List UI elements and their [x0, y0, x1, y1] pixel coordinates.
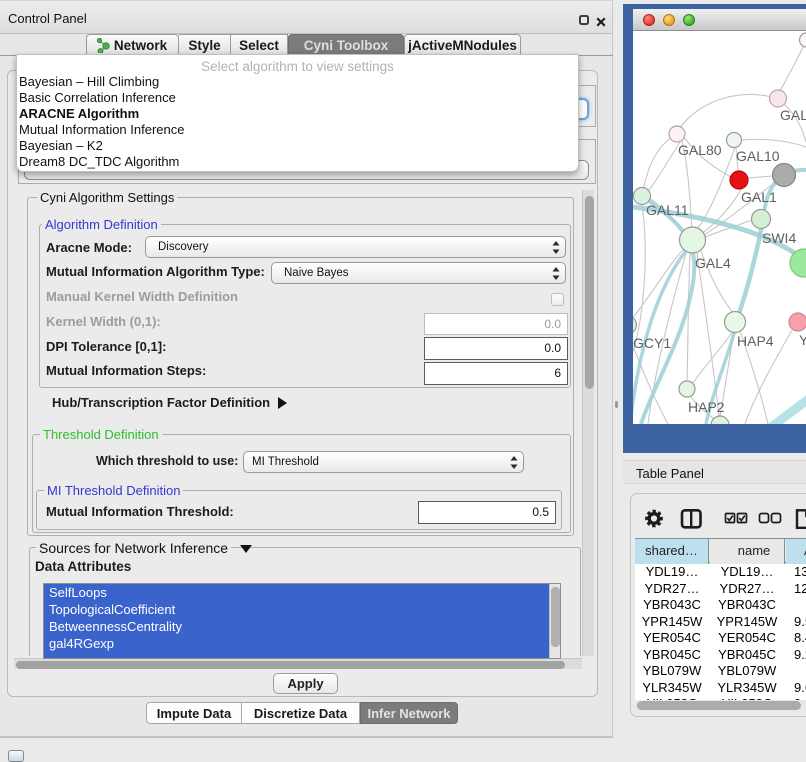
svg-text:GAL80: GAL80	[678, 142, 722, 158]
svg-text:HAP2: HAP2	[688, 399, 725, 415]
svg-text:GAL1: GAL1	[741, 189, 777, 205]
svg-text:GAL2: GAL2	[780, 107, 806, 123]
svg-text:GAL11: GAL11	[646, 202, 689, 218]
svg-text:SWI4: SWI4	[762, 230, 796, 246]
svg-text:HAP4: HAP4	[737, 333, 774, 349]
svg-text:GAL4: GAL4	[695, 255, 731, 271]
svg-text:GAL10: GAL10	[736, 148, 780, 164]
svg-text:GCY1: GCY1	[633, 335, 671, 351]
svg-text:YJ: YJ	[799, 332, 806, 348]
